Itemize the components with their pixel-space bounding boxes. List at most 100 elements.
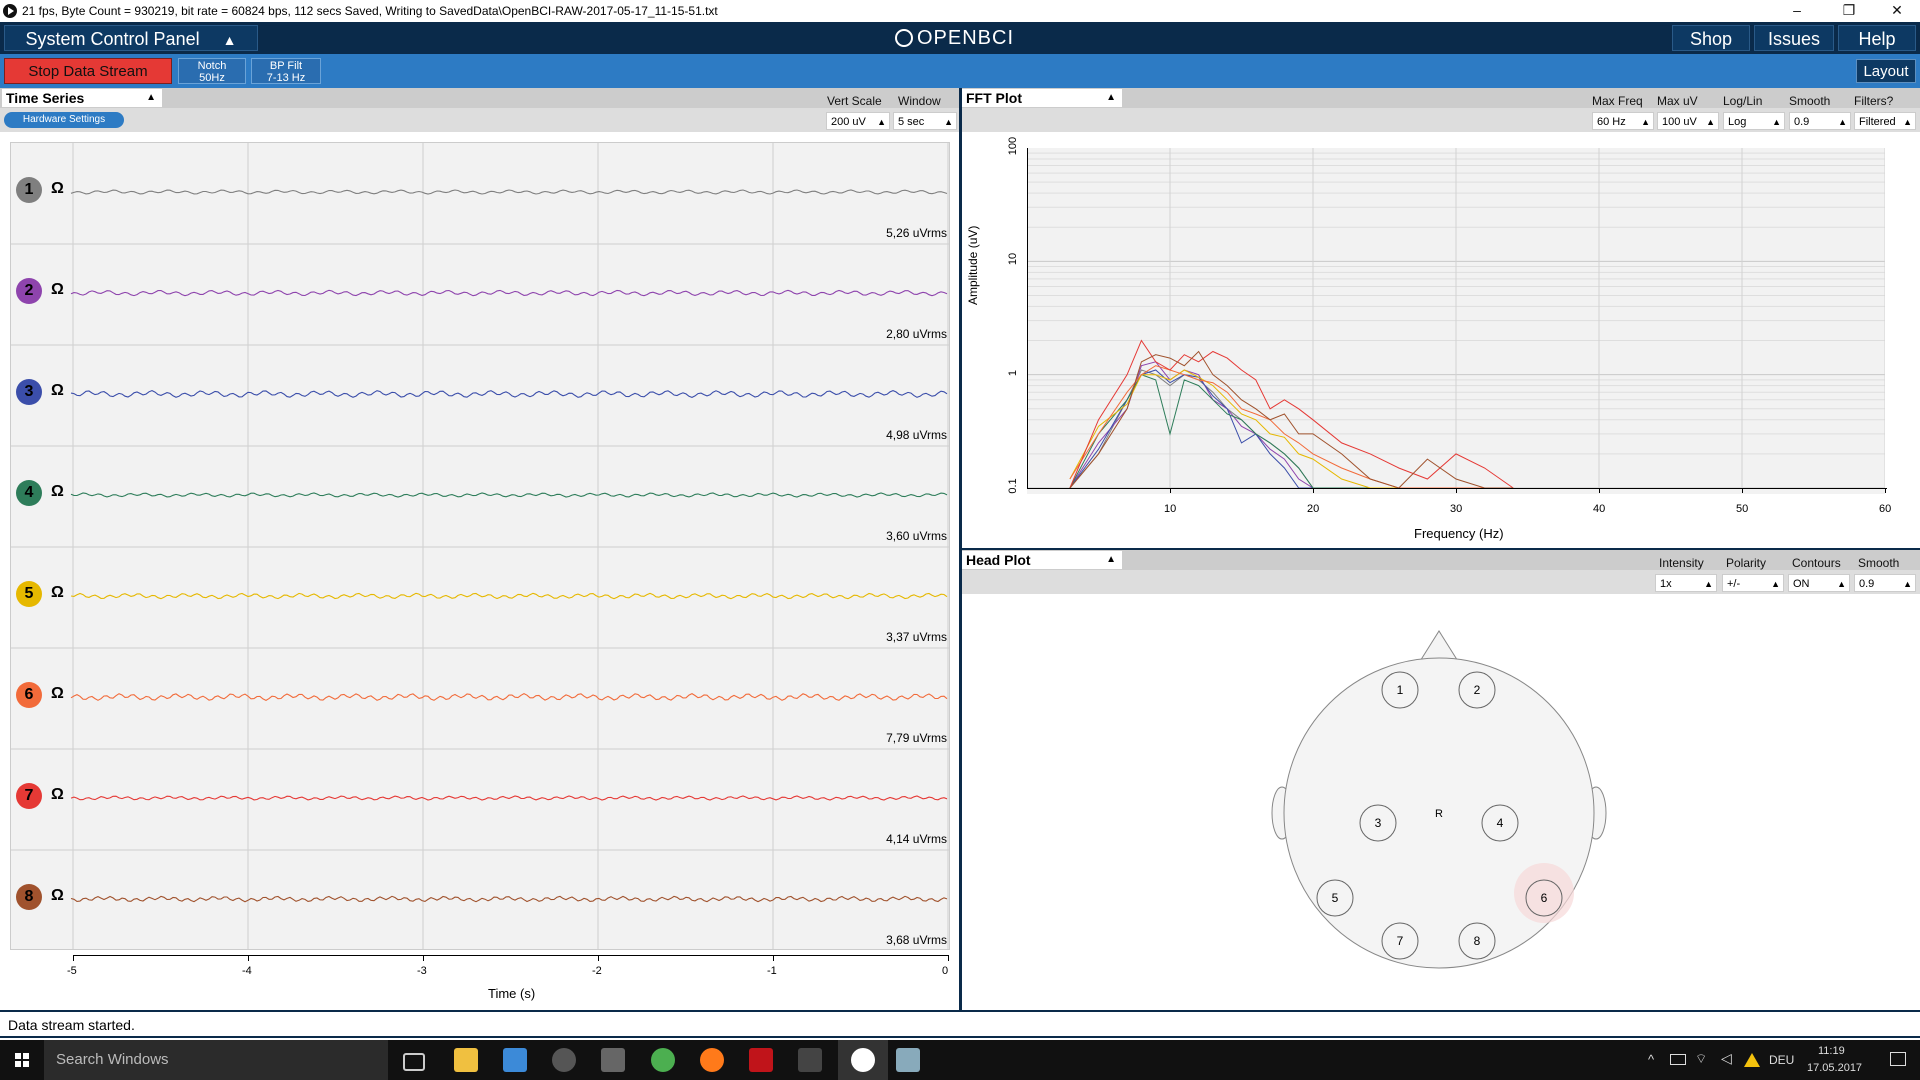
time-series-title: Time Series [6, 90, 85, 106]
firefox-icon[interactable] [700, 1048, 724, 1072]
openbci-taskbar-icon[interactable] [851, 1048, 875, 1072]
channel-trace-4 [70, 492, 948, 498]
input-language[interactable]: DEU [1769, 1053, 1794, 1067]
impedance-ohm-icon[interactable]: Ω [51, 786, 64, 804]
shop-button[interactable]: Shop [1672, 25, 1750, 51]
window-dropdown[interactable]: 5 sec ▲ [893, 112, 957, 130]
top-navigation-bar: System Control Panel ▲ OPENBCI Shop Issu… [0, 22, 1920, 54]
wifi-icon[interactable]: ⌔ [1695, 1051, 1707, 1067]
time-tick-label: -5 [67, 965, 77, 977]
head-control-dropdown[interactable]: 0.9 ▲ [1854, 574, 1916, 592]
head-control-label: Contours [1792, 556, 1841, 570]
fft-x-tick-label: 50 [1736, 503, 1749, 515]
stop-data-stream-button[interactable]: Stop Data Stream [4, 58, 172, 84]
impedance-ohm-icon[interactable]: Ω [51, 685, 64, 703]
fft-widget-select[interactable]: FFT Plot ▲ [962, 89, 1122, 107]
close-button[interactable]: ✕ [1874, 0, 1920, 22]
taskbar-search-box[interactable]: Search Windows [44, 1040, 388, 1080]
channel-7-toggle[interactable]: 7 [16, 783, 42, 809]
caret-up-icon: ▲ [1706, 117, 1715, 127]
3d-app-icon[interactable] [601, 1048, 625, 1072]
impedance-ohm-icon[interactable]: Ω [51, 281, 64, 299]
channel-8-toggle[interactable]: 8 [16, 884, 42, 910]
notifications-icon[interactable] [1890, 1052, 1906, 1066]
fft-control-dropdown[interactable]: 0.9 ▲ [1789, 112, 1851, 130]
google-drive-icon[interactable] [1744, 1053, 1760, 1067]
battery-icon[interactable] [1670, 1054, 1686, 1065]
task-view-icon[interactable] [403, 1053, 425, 1071]
logo-text: OPENBCI [917, 27, 1015, 49]
control-row: Stop Data Stream Notch 50Hz BP Filt 7-13… [0, 54, 1920, 88]
caret-up-icon: ▲ [1641, 117, 1650, 127]
tray-chevron-icon[interactable]: ^ [1648, 1052, 1654, 1067]
caret-up-icon: ▲ [1903, 579, 1912, 589]
fft-y-tick-label: 1 [1007, 369, 1019, 376]
channel-2-rms: 2,80 uVrms [886, 327, 947, 341]
app-icon-generic-2[interactable] [896, 1048, 920, 1072]
head-plot-widget-select[interactable]: Head Plot ▲ [962, 551, 1122, 569]
fft-control-value: Filtered [1859, 116, 1896, 128]
impedance-ohm-icon[interactable]: Ω [51, 483, 64, 501]
time-axis-tick [598, 955, 599, 961]
channel-3-rms: 4,98 uVrms [886, 428, 947, 442]
fft-x-axis-label: Frequency (Hz) [1414, 526, 1504, 541]
channel-3-toggle[interactable]: 3 [16, 379, 42, 405]
head-control-value: ON [1793, 578, 1810, 590]
channel-2-toggle[interactable]: 2 [16, 278, 42, 304]
fft-control-dropdown[interactable]: Filtered ▲ [1854, 112, 1916, 130]
notch-filter-button[interactable]: Notch 50Hz [178, 58, 246, 84]
maximize-button[interactable]: ❐ [1826, 0, 1872, 22]
bandpass-value: 7-13 Hz [266, 72, 306, 84]
minimize-button[interactable]: – [1774, 0, 1820, 22]
channel-1-toggle[interactable]: 1 [16, 177, 42, 203]
caret-up-icon: ▲ [222, 32, 237, 48]
time-axis-line [73, 955, 949, 956]
channel-6-toggle[interactable]: 6 [16, 682, 42, 708]
clock-time[interactable]: 11:19 [1818, 1045, 1845, 1057]
fft-series-line-5 [1069, 369, 1514, 489]
time-series-widget-select[interactable]: Time Series ▲ [2, 89, 162, 107]
impedance-ohm-icon[interactable]: Ω [51, 180, 64, 198]
volume-icon[interactable]: ◁ [1721, 1050, 1732, 1067]
bandpass-filter-button[interactable]: BP Filt 7-13 Hz [251, 58, 321, 84]
impedance-ohm-icon[interactable]: Ω [51, 584, 64, 602]
time-series-plot-area [10, 142, 950, 950]
issues-button[interactable]: Issues [1754, 25, 1834, 51]
vert-scale-label: Vert Scale [827, 94, 882, 108]
clock-date[interactable]: 17.05.2017 [1807, 1062, 1862, 1074]
channel-4-toggle[interactable]: 4 [16, 480, 42, 506]
caret-up-icon: ▲ [1837, 579, 1846, 589]
chrome-icon[interactable] [651, 1048, 675, 1072]
electrode-label-8: 8 [1474, 934, 1481, 948]
fft-control-label: Smooth [1789, 94, 1831, 108]
fft-control-label: Max Freq [1592, 94, 1643, 108]
acrobat-icon[interactable] [749, 1048, 773, 1072]
windows-start-icon[interactable] [0, 1040, 44, 1080]
fft-series-line-4 [1069, 374, 1514, 489]
head-control-dropdown[interactable]: ON ▲ [1788, 574, 1850, 592]
fft-x-tick [1885, 488, 1886, 493]
fft-control-dropdown[interactable]: Log ▲ [1723, 112, 1785, 130]
reference-label: R [1435, 808, 1443, 820]
channel-trace-2 [70, 289, 948, 297]
layout-button[interactable]: Layout [1856, 59, 1916, 83]
fft-control-dropdown[interactable]: 60 Hz ▲ [1592, 112, 1654, 130]
fft-control-dropdown[interactable]: 100 uV ▲ [1657, 112, 1719, 130]
help-button[interactable]: Help [1838, 25, 1916, 51]
fft-x-tick-label: 60 [1879, 503, 1892, 515]
hardware-settings-button[interactable]: Hardware Settings [4, 112, 124, 128]
vert-scale-dropdown[interactable]: 200 uV ▲ [826, 112, 890, 130]
head-control-dropdown[interactable]: +/- ▲ [1722, 574, 1784, 592]
system-control-panel-button[interactable]: System Control Panel ▲ [4, 25, 258, 51]
app-icon-generic[interactable] [798, 1048, 822, 1072]
visual-studio-icon[interactable] [503, 1048, 527, 1072]
impedance-ohm-icon[interactable]: Ω [51, 887, 64, 905]
password-manager-icon[interactable] [552, 1048, 576, 1072]
system-control-panel-label: System Control Panel [25, 29, 200, 49]
head-control-dropdown[interactable]: 1x ▲ [1655, 574, 1717, 592]
time-tick-label: -2 [592, 965, 602, 977]
file-explorer-icon[interactable] [454, 1048, 478, 1072]
fft-y-tick-label: 100 [1007, 136, 1019, 156]
impedance-ohm-icon[interactable]: Ω [51, 382, 64, 400]
channel-5-toggle[interactable]: 5 [16, 581, 42, 607]
